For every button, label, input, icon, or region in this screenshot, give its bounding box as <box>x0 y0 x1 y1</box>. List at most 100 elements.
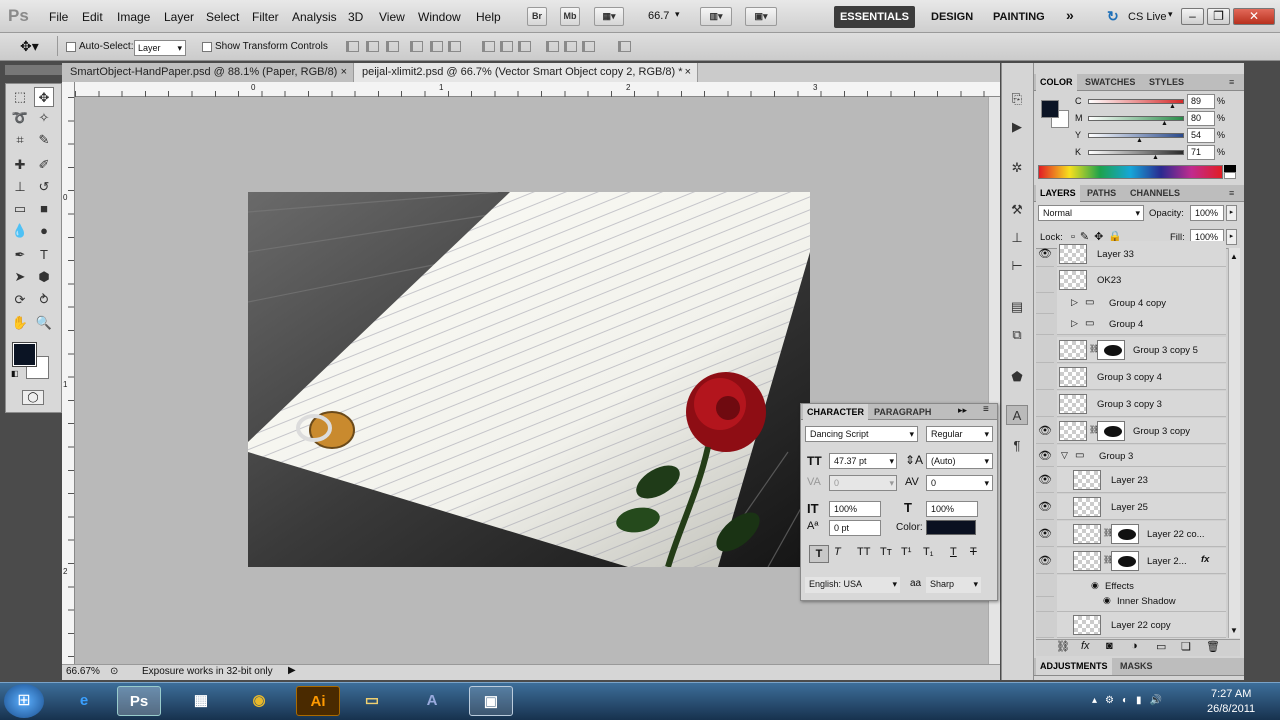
layer-visibility-toggle[interactable]: 👁 <box>1036 521 1054 547</box>
font-family-dropdown[interactable]: Dancing Script ▾ <box>805 426 918 442</box>
all-caps-icon[interactable]: TT <box>857 546 870 558</box>
tab-paragraph[interactable]: PARAGRAPH <box>874 404 931 420</box>
pen-tool-icon[interactable]: ✒ <box>10 245 30 265</box>
layer-row[interactable]: Layer 22 copy <box>1057 612 1226 638</box>
quick-selection-icon[interactable]: ✧ <box>34 108 54 128</box>
layer-visibility-toggle[interactable]: 👁 <box>1036 418 1054 444</box>
healing-brush-icon[interactable]: ✚ <box>10 155 30 175</box>
photoshop-taskbar-icon[interactable]: Ps <box>117 686 161 716</box>
subscript-icon[interactable]: T₁ <box>923 546 933 558</box>
character-panel-icon[interactable]: A <box>1006 405 1028 425</box>
antialias-dropdown[interactable]: Sharp ▾ <box>926 577 981 593</box>
fx-icon[interactable]: fx <box>1201 554 1209 565</box>
slider-thumb-icon[interactable]: ▲ <box>1161 120 1168 127</box>
slider-thumb-icon[interactable]: ▲ <box>1136 137 1143 144</box>
document-image[interactable] <box>248 192 810 567</box>
kerning-input[interactable]: 0 ▾ <box>829 475 897 491</box>
calculator-icon[interactable]: ▦ <box>179 686 223 716</box>
fill-slider-icon[interactable]: ▸ <box>1226 229 1237 245</box>
layer-thumbnail[interactable] <box>1073 551 1101 571</box>
app-a-icon[interactable]: A <box>410 686 454 716</box>
tab-channels[interactable]: CHANNELS <box>1130 185 1180 202</box>
layer-visibility-toggle[interactable] <box>1036 292 1054 314</box>
channel-value[interactable]: 89 <box>1187 94 1215 109</box>
channel-value[interactable]: 80 <box>1187 111 1215 126</box>
layer-visibility-toggle[interactable] <box>1036 337 1054 363</box>
layer-group-row[interactable]: ▷ ▭ Group 4 copy <box>1057 292 1226 314</box>
blur-tool-icon[interactable]: 💧 <box>10 221 30 241</box>
menu-select[interactable]: Select <box>206 10 239 24</box>
dodge-tool-icon[interactable]: ● <box>34 221 54 241</box>
path-selection-icon[interactable]: ➤ <box>10 267 30 287</box>
close-tab-icon[interactable]: × <box>341 63 347 82</box>
distribute-hcenter-icon[interactable] <box>564 41 577 52</box>
zoom-level[interactable]: 66.7 <box>648 10 669 22</box>
layer-row[interactable]: ⛓ Group 3 copy <box>1057 418 1226 444</box>
layer-visibility-toggle[interactable] <box>1036 612 1054 638</box>
layer-row[interactable]: Layer 33 <box>1057 241 1226 267</box>
align-bottom-icon[interactable] <box>386 41 399 52</box>
align-left-icon[interactable] <box>410 41 423 52</box>
clone-source-icon[interactable]: ⊥ <box>1006 228 1028 248</box>
slider-thumb-icon[interactable]: ▲ <box>1169 103 1176 110</box>
workspace-essentials[interactable]: ESSENTIALS <box>834 6 915 28</box>
move-tool-preset-icon[interactable]: ✥▾ <box>20 38 39 55</box>
layer-name[interactable]: Layer 2... <box>1147 556 1187 567</box>
layer-visibility-toggle[interactable] <box>1036 364 1054 390</box>
leading-input[interactable]: (Auto) ▾ <box>926 453 993 469</box>
black-swatch[interactable] <box>1224 165 1236 172</box>
color-foreground-swatch[interactable] <box>1041 100 1059 118</box>
small-caps-icon[interactable]: Tт <box>880 546 892 558</box>
lasso-tool-icon[interactable]: ➰ <box>10 108 30 128</box>
marquee-tool-icon[interactable]: ⬚ <box>10 87 30 107</box>
layer-row[interactable]: Layer 23 <box>1057 467 1226 493</box>
layer-name[interactable]: Group 4 copy <box>1109 298 1166 309</box>
scroll-up-icon[interactable]: ▲ <box>1230 252 1238 261</box>
layer-mask-thumbnail[interactable] <box>1097 340 1125 360</box>
layer-thumbnail[interactable] <box>1059 244 1087 264</box>
new-layer-icon[interactable]: ❏ <box>1181 640 1191 653</box>
close-window-button[interactable]: ✕ <box>1233 8 1275 25</box>
clock-time[interactable]: 7:27 AM <box>1211 688 1251 700</box>
layer-thumbnail[interactable] <box>1059 270 1087 290</box>
menu-analysis[interactable]: Analysis <box>292 10 337 24</box>
status-menu-arrow-icon[interactable]: ▶ <box>288 665 296 676</box>
distribute-top-icon[interactable] <box>482 41 495 52</box>
layers-scrollbar[interactable] <box>1228 248 1240 638</box>
layer-name[interactable]: Group 3 copy 3 <box>1097 399 1162 410</box>
notes-panel-icon[interactable]: ▤ <box>1006 297 1028 317</box>
menu-view[interactable]: View <box>379 10 405 24</box>
layer-name[interactable]: Layer 23 <box>1111 475 1148 486</box>
tab-masks[interactable]: MASKS <box>1120 658 1153 675</box>
auto-select-checkbox[interactable] <box>66 42 76 52</box>
layer-thumbnail[interactable] <box>1059 394 1087 414</box>
app-window-icon[interactable]: ▣ <box>469 686 513 716</box>
auto-select-dropdown[interactable]: Layer ▾ <box>134 40 186 56</box>
tab-peijal-xlimit2[interactable]: peijal-xlimit2.psd @ 66.7% (Vector Smart… <box>354 63 698 82</box>
brushes-panel-icon[interactable]: ⚒ <box>1006 200 1028 220</box>
restore-button[interactable]: ❐ <box>1207 8 1230 25</box>
layer-row[interactable]: Group 3 copy 3 <box>1057 391 1226 417</box>
text-color-swatch[interactable] <box>926 520 976 535</box>
layer-name[interactable]: Layer 22 copy <box>1111 620 1171 631</box>
internet-explorer-icon[interactable]: e <box>62 686 106 716</box>
faux-italic-icon[interactable]: T <box>834 546 841 558</box>
clone-stamp-icon[interactable]: ⊥ <box>10 177 30 197</box>
arrange-documents-button[interactable]: ▥▾ <box>700 7 732 26</box>
default-colors-icon[interactable]: ◧ <box>11 369 19 378</box>
channel-value[interactable]: 71 <box>1187 145 1215 160</box>
layer-thumbnail[interactable] <box>1073 524 1101 544</box>
shape-tool-icon[interactable]: ⬢ <box>34 267 54 287</box>
layer-effect-name[interactable]: Inner Shadow <box>1117 596 1176 607</box>
menu-file[interactable]: File <box>49 10 68 24</box>
layer-visibility-toggle[interactable]: 👁 <box>1036 445 1054 467</box>
align-vcenter-icon[interactable] <box>366 41 379 52</box>
adjustment-layer-icon[interactable]: ◑ <box>1131 640 1138 652</box>
crop-tool-icon[interactable]: ⌗ <box>10 130 30 150</box>
link-layers-icon[interactable]: ⛓ <box>1056 640 1070 653</box>
add-style-icon[interactable]: fx <box>1081 640 1090 652</box>
cs-live-dropdown-icon[interactable]: ▾ <box>1168 9 1173 20</box>
tool-presets-icon[interactable]: ⊢ <box>1006 256 1028 276</box>
layer-mask-thumbnail[interactable] <box>1111 551 1139 571</box>
layer-name[interactable]: Group 3 copy 5 <box>1133 345 1198 356</box>
